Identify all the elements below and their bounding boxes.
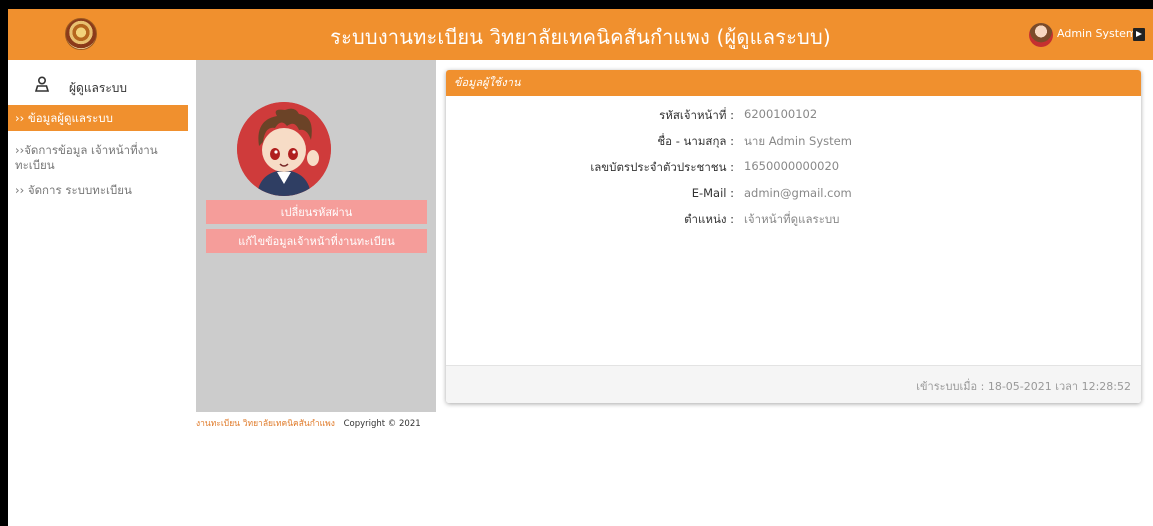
user-avatar-icon[interactable] [1029,23,1053,47]
info-label: ตำแหน่ง : [684,212,734,226]
info-label: เลขบัตรประจำตัวประชาชน : [590,160,734,174]
profile-column: เปลี่ยนรหัสผ่าน แก้ไขข้อมูลเจ้าหน้าที่งา… [196,60,436,412]
panel-footer: เข้าระบบเมื่อ : 18-05-2021 เวลา 12:28:52 [446,365,1141,403]
anime-avatar-icon [237,102,331,196]
info-row-citizen-id: เลขบัตรประจำตัวประชาชน : 1650000000020 [446,159,1141,179]
sidebar-header: ผู้ดูแลระบบ [8,74,196,102]
sidebar-item-label: ››จัดการข้อมูล เจ้าหน้าที่งาน [15,143,158,157]
user-info-panel: ข้อมูลผู้ใช้งาน รหัสเจ้าหน้าที่ : 620010… [446,70,1141,403]
info-label: ชื่อ - นามสกุล : [657,134,734,148]
person-icon [35,76,49,92]
sidebar-item-admin-info[interactable]: ›› ข้อมูลผู้ดูแลระบบ [8,105,188,131]
edit-staff-info-button[interactable]: แก้ไขข้อมูลเจ้าหน้าที่งานทะเบียน [206,229,427,253]
info-value: 6200100102 [744,107,818,121]
app-window: ระบบงานทะเบียน วิทยาลัยเทคนิคสันกำแพง (ผ… [8,9,1153,526]
info-row-email: E-Mail : admin@gmail.com [446,186,1141,206]
info-value: เจ้าหน้าที่ดูแลระบบ [744,212,840,226]
info-row-full-name: ชื่อ - นามสกุล : นาย Admin System [446,133,1141,153]
info-row-staff-id: รหัสเจ้าหน้าที่ : 6200100102 [446,107,1141,127]
info-value: นาย Admin System [744,134,852,148]
sidebar-item-label-cont: ทะเบียน [15,158,55,172]
info-value: 1650000000020 [744,159,840,173]
info-label: E-Mail : [691,186,734,200]
logout-icon[interactable] [1133,28,1145,41]
user-avatar [237,102,331,196]
panel-title: ข้อมูลผู้ใช้งาน [446,70,1141,96]
footer-org-link[interactable]: งานทะเบียน วิทยาลัยเทคนิคสันกำแพง [196,419,335,429]
info-label: รหัสเจ้าหน้าที่ : [659,108,734,122]
sidebar-item-manage-staff[interactable]: ››จัดการข้อมูล เจ้าหน้าที่งาน ทะเบียน [8,143,188,173]
info-row-position: ตำแหน่ง : เจ้าหน้าที่ดูแลระบบ [446,211,1141,231]
footer-copyright: Copyright © 2021 [343,419,421,429]
sidebar-header-label: ผู้ดูแลระบบ [69,81,128,95]
sidebar: ผู้ดูแลระบบ ›› ข้อมูลผู้ดูแลระบบ ››จัดกา… [8,60,196,526]
info-value: admin@gmail.com [744,186,852,200]
change-password-button[interactable]: เปลี่ยนรหัสผ่าน [206,200,427,224]
page-footer: งานทะเบียน วิทยาลัยเทคนิคสันกำแพง Copyri… [196,416,421,430]
user-name[interactable]: Admin System [1057,27,1137,40]
last-login-text: เข้าระบบเมื่อ : 18-05-2021 เวลา 12:28:52 [916,380,1131,393]
top-bar: ระบบงานทะเบียน วิทยาลัยเทคนิคสันกำแพง (ผ… [8,9,1153,60]
sidebar-item-manage-registration[interactable]: ›› จัดการ ระบบทะเบียน [8,183,188,198]
app-title: ระบบงานทะเบียน วิทยาลัยเทคนิคสันกำแพง (ผ… [330,25,831,49]
